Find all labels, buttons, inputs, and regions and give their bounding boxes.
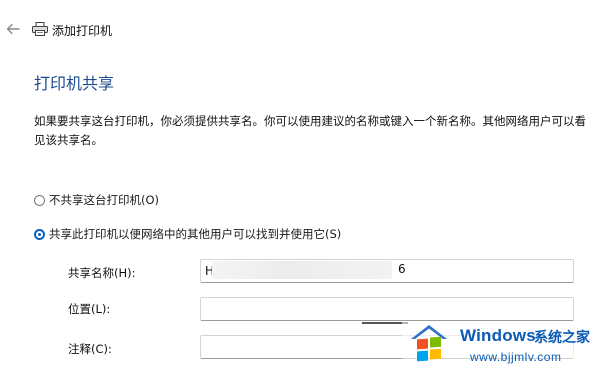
page-description: 如果要共享这台打印机，你必须提供共享名。你可以使用建议的名称或键入一个新名称。其… [34, 114, 586, 147]
window-title: 添加打印机 [52, 24, 113, 38]
share-label: 共享此打印机以便网络中的其他用户可以找到并使用它(S) [49, 227, 342, 241]
printer-icon [32, 22, 48, 36]
share-name-label: 共享名称(H): [68, 266, 136, 280]
share-name-redaction [212, 261, 392, 279]
comment-label: 注释(C): [68, 342, 112, 356]
windows-logo-icon [411, 325, 447, 362]
no-share-radio[interactable] [34, 194, 45, 206]
page-heading: 打印机共享 [34, 74, 115, 93]
share-name-tail: 6 [398, 262, 406, 276]
back-arrow-icon[interactable] [4, 20, 22, 38]
no-share-label: 不共享这台打印机(O) [49, 193, 160, 207]
watermark-brand-cn: 系统之家 [534, 330, 590, 346]
watermark-brand: Windows [460, 326, 536, 345]
location-label: 位置(L): [68, 302, 111, 316]
share-radio[interactable] [34, 228, 45, 240]
share-option[interactable]: 共享此打印机以便网络中的其他用户可以找到并使用它(S) [34, 226, 341, 242]
watermark-url: www.bjjmlv.com [470, 350, 562, 364]
location-input[interactable] [200, 297, 574, 321]
no-share-option[interactable]: 不共享这台打印机(O) [34, 192, 159, 208]
